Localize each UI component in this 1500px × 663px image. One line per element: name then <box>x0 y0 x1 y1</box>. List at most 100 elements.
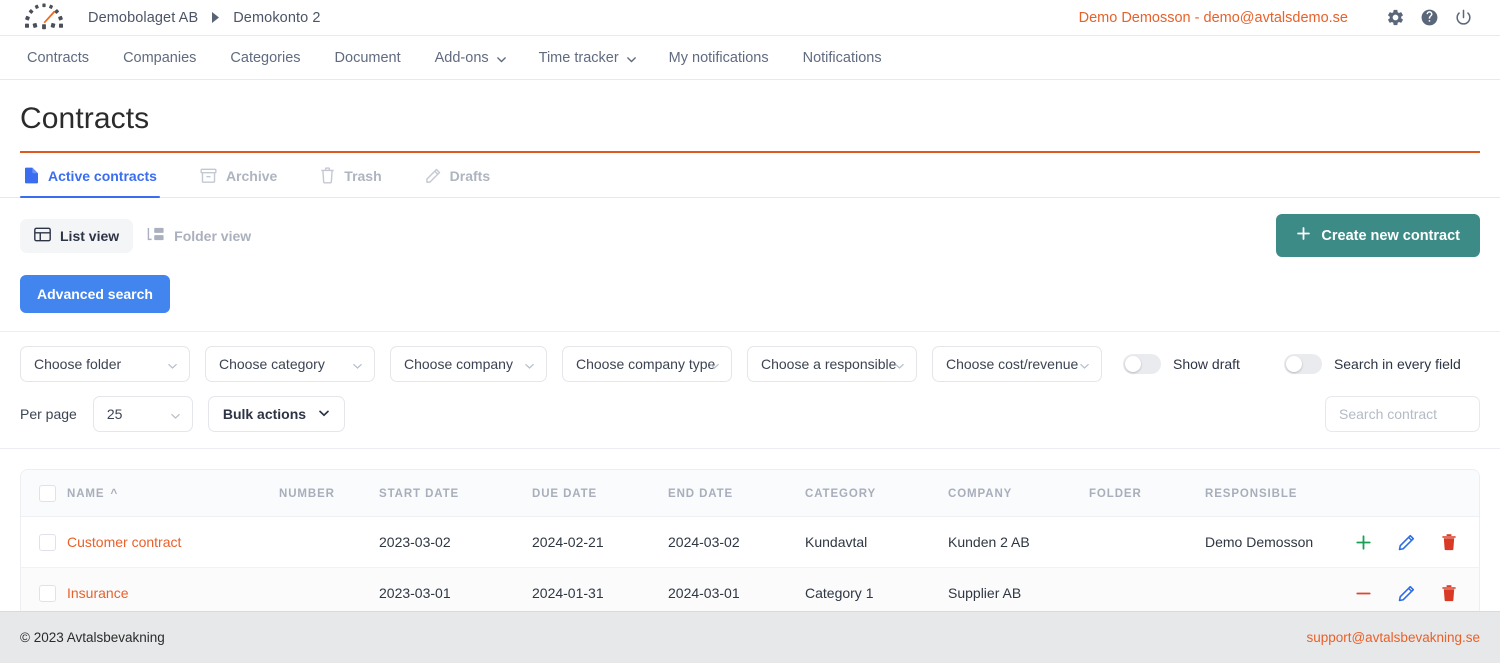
support-email-link[interactable]: support@avtalsbevakning.se <box>1306 630 1480 645</box>
column-header-start-date[interactable]: START DATE <box>379 470 532 517</box>
nav-item-my-notifications[interactable]: My notifications <box>652 40 786 76</box>
column-header-folder[interactable]: FOLDER <box>1089 470 1205 517</box>
column-header-end-date[interactable]: END DATE <box>668 470 805 517</box>
nav-item-companies[interactable]: Companies <box>106 40 213 76</box>
show-draft-label: Show draft <box>1173 356 1240 372</box>
select-all-header <box>21 470 67 517</box>
chevron-down-icon <box>1079 359 1090 370</box>
breadcrumb-account[interactable]: Demokonto 2 <box>233 10 320 26</box>
column-label: NAME <box>67 487 105 500</box>
chevron-down-icon <box>894 359 905 370</box>
tab-archive[interactable]: Archive <box>196 154 294 197</box>
column-header-category[interactable]: CATEGORY <box>805 470 948 517</box>
minus-icon[interactable] <box>1355 585 1372 602</box>
create-new-contract-button[interactable]: Create new contract <box>1276 214 1480 257</box>
folder-view-button[interactable]: Folder view <box>133 219 265 253</box>
column-header-company[interactable]: COMPANY <box>948 470 1089 517</box>
tab-trash[interactable]: Trash <box>316 153 398 197</box>
contracts-table: NAME ^ NUMBER START DATE DUE DATE END DAT… <box>21 470 1479 618</box>
tab-active-contracts[interactable]: Active contracts <box>20 153 174 198</box>
row-checkbox[interactable] <box>39 533 56 551</box>
trash-icon <box>320 167 335 184</box>
column-header-responsible[interactable]: RESPONSIBLE <box>1205 470 1385 517</box>
edit-pencil-icon[interactable] <box>1398 585 1415 602</box>
contract-name-link[interactable]: Insurance <box>67 585 128 601</box>
nav-label: Document <box>334 49 401 66</box>
filter-panel: Choose folder Choose category Choose com… <box>0 331 1500 449</box>
choose-folder-value: Choose folder <box>34 356 122 372</box>
choose-company-select[interactable]: Choose company <box>390 346 547 382</box>
contract-name-link[interactable]: Customer contract <box>67 534 181 550</box>
choose-responsible-value: Choose a responsible <box>761 356 897 372</box>
chevron-down-icon <box>318 406 330 422</box>
power-icon[interactable] <box>1448 3 1478 33</box>
archive-box-icon <box>200 168 217 184</box>
show-draft-toggle-group: Show draft <box>1123 354 1240 374</box>
nav-label: Categories <box>230 49 301 66</box>
tab-label: Trash <box>344 167 382 184</box>
column-header-name[interactable]: NAME ^ <box>67 470 279 517</box>
nav-item-document[interactable]: Document <box>318 40 418 76</box>
nav-item-contracts[interactable]: Contracts <box>10 40 106 76</box>
folder-view-icon <box>147 227 165 245</box>
cell-company: Kunden 2 AB <box>948 516 1089 568</box>
column-header-number[interactable]: NUMBER <box>279 470 379 517</box>
nav-item-categories[interactable]: Categories <box>213 40 317 76</box>
search-every-field-toggle[interactable] <box>1283 354 1322 374</box>
choose-company-value: Choose company <box>404 356 513 372</box>
nav-label: My notifications <box>668 49 769 66</box>
advanced-search-button[interactable]: Advanced search <box>20 275 170 313</box>
per-page-value: 25 <box>106 406 123 422</box>
chevron-down-icon <box>709 359 720 370</box>
cell-number <box>279 516 379 568</box>
user-account-label[interactable]: Demo Demosson - demo@avtalsdemo.se <box>1079 10 1348 26</box>
nav-item-add-ons[interactable]: Add-ons <box>418 40 522 76</box>
sort-asc-icon: ^ <box>110 487 119 500</box>
cell-category: Kundavtal <box>805 516 948 568</box>
show-draft-toggle[interactable] <box>1123 354 1161 374</box>
per-page-label: Per page <box>20 406 77 422</box>
cell-name: Customer contract <box>67 516 279 568</box>
cell-end-date: 2024-03-02 <box>668 516 805 568</box>
choose-folder-select[interactable]: Choose folder <box>20 346 190 382</box>
choose-category-select[interactable]: Choose category <box>205 346 375 382</box>
column-header-actions <box>1385 470 1479 517</box>
main-navigation: Contracts Companies Categories Document … <box>0 36 1500 80</box>
choose-company-type-select[interactable]: Choose company type <box>562 346 732 382</box>
bulk-actions-label: Bulk actions <box>222 406 307 422</box>
breadcrumb-separator-icon <box>211 12 220 23</box>
bulk-actions-dropdown[interactable]: Bulk actions <box>207 396 346 432</box>
chevron-down-icon <box>352 359 363 370</box>
row-select-cell <box>21 516 67 568</box>
plus-icon <box>1296 226 1311 245</box>
gear-icon[interactable] <box>1380 3 1410 33</box>
page-header: Contracts <box>0 80 1500 153</box>
delete-trash-icon[interactable] <box>1441 533 1457 551</box>
avtalsbevakning-gauge-logo[interactable] <box>22 3 66 33</box>
table-row[interactable]: Customer contract 2023-03-02 2024-02-21 … <box>21 516 1479 568</box>
column-header-due-date[interactable]: DUE DATE <box>532 470 668 517</box>
nav-label: Companies <box>123 49 197 66</box>
chevron-down-icon <box>496 53 506 63</box>
toggle-knob <box>1125 356 1141 372</box>
nav-item-time-tracker[interactable]: Time tracker <box>522 40 652 76</box>
select-all-checkbox[interactable] <box>39 485 56 502</box>
help-icon[interactable] <box>1414 3 1444 33</box>
table-body: Customer contract 2023-03-02 2024-02-21 … <box>21 516 1479 618</box>
per-page-select[interactable]: 25 <box>92 396 193 432</box>
chevron-down-icon <box>524 359 535 370</box>
list-view-button[interactable]: List view <box>20 218 134 253</box>
delete-trash-icon[interactable] <box>1441 584 1457 602</box>
row-checkbox[interactable] <box>39 584 56 602</box>
nav-item-notifications[interactable]: Notifications <box>786 40 899 76</box>
list-view-icon <box>34 227 51 245</box>
breadcrumb-company[interactable]: Demobolaget AB <box>88 10 198 26</box>
choose-responsible-select[interactable]: Choose a responsible <box>747 346 917 382</box>
edit-pencil-icon[interactable] <box>1398 534 1415 551</box>
plus-icon[interactable] <box>1355 534 1372 551</box>
choose-cost-revenue-select[interactable]: Choose cost/revenue <box>932 346 1102 382</box>
search-contract-input[interactable] <box>1325 396 1480 432</box>
search-every-field-toggle-group: Search in every field <box>1283 354 1461 374</box>
tab-drafts[interactable]: Drafts <box>421 154 507 197</box>
contract-tabs: Active contracts Archive Trash Drafts <box>0 153 1500 198</box>
